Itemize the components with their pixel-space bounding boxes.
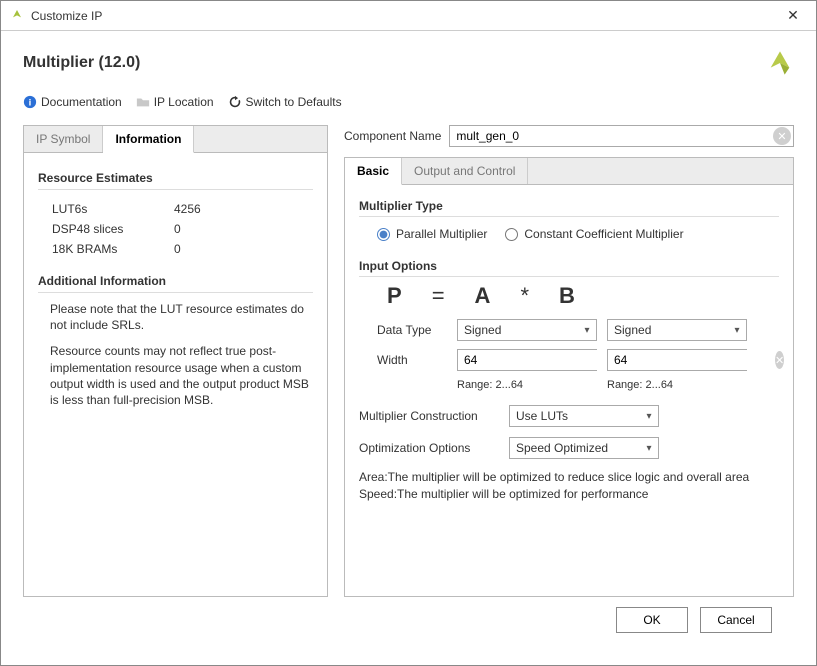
optimization-select[interactable]: Speed Optimized ▾ (509, 437, 659, 459)
config-panel-body: Multiplier Type Parallel Multiplier Cons… (345, 185, 793, 596)
construction-value: Use LUTs (510, 409, 640, 423)
main-row: IP Symbol Information Resource Estimates… (23, 125, 794, 597)
table-row: LUT6s4256 (52, 200, 323, 218)
data-type-label: Data Type (377, 323, 447, 337)
radio-constant-label: Constant Coefficient Multiplier (524, 227, 683, 241)
tab-basic[interactable]: Basic (345, 158, 402, 185)
close-icon[interactable]: ✕ (778, 7, 808, 24)
chevron-down-icon: ▾ (578, 325, 596, 336)
table-row: DSP48 slices0 (52, 220, 323, 238)
range-a: Range: 2...64 (457, 379, 597, 391)
est-name: 18K BRAMs (52, 240, 172, 258)
cancel-button[interactable]: Cancel (700, 607, 772, 633)
brand-icon (766, 49, 794, 77)
additional-info-title: Additional Information (38, 274, 313, 293)
component-name-input[interactable] (450, 126, 773, 146)
folder-icon (136, 95, 150, 109)
est-value: 0 (174, 240, 323, 258)
customize-ip-window: Customize IP ✕ Multiplier (12.0) i Docum… (0, 0, 817, 666)
resource-estimates-title: Resource Estimates (38, 171, 313, 190)
switch-defaults-button[interactable]: Switch to Defaults (228, 95, 342, 109)
note-text: Resource counts may not reflect true pos… (50, 343, 313, 408)
chevron-down-icon: ▾ (640, 411, 658, 422)
switch-defaults-label: Switch to Defaults (246, 95, 342, 109)
optimization-label: Optimization Options (359, 441, 499, 455)
footer: OK Cancel (23, 597, 794, 649)
est-value: 4256 (174, 200, 323, 218)
note-text: Please note that the LUT resource estima… (50, 301, 313, 333)
radio-constant-input[interactable] (505, 228, 518, 241)
component-name-field[interactable]: ✕ (449, 125, 794, 147)
ok-button[interactable]: OK (616, 607, 688, 633)
width-b-input[interactable] (608, 350, 775, 370)
content-area: Multiplier (12.0) i Documentation IP Loc… (1, 31, 816, 665)
clear-icon[interactable]: ✕ (773, 127, 791, 145)
data-type-b-value: Signed (608, 323, 728, 337)
width-a-input[interactable] (458, 350, 625, 370)
left-panel-body: Resource Estimates LUT6s4256 DSP48 slice… (24, 153, 327, 596)
eq-b: B (559, 283, 575, 309)
optimization-descriptions: Area:The multiplier will be optimized to… (359, 469, 779, 503)
config-panel: Basic Output and Control Multiplier Type… (344, 157, 794, 597)
documentation-label: Documentation (41, 95, 122, 109)
radio-parallel-input[interactable] (377, 228, 390, 241)
left-panel: IP Symbol Information Resource Estimates… (23, 125, 328, 597)
chevron-down-icon: ▾ (728, 325, 746, 336)
estimates-table: LUT6s4256 DSP48 slices0 18K BRAMs0 (50, 198, 325, 260)
table-row: 18K BRAMs0 (52, 240, 323, 258)
radio-parallel[interactable]: Parallel Multiplier (377, 227, 487, 241)
construction-select[interactable]: Use LUTs ▾ (509, 405, 659, 427)
eq-star: * (520, 283, 529, 309)
desc-speed: Speed:The multiplier will be optimized f… (359, 486, 779, 503)
est-name: LUT6s (52, 200, 172, 218)
svg-text:i: i (29, 98, 32, 109)
title-bar: Customize IP ✕ (1, 1, 816, 31)
data-type-a-value: Signed (458, 323, 578, 337)
ip-location-button[interactable]: IP Location (136, 95, 214, 109)
clear-icon[interactable]: ✕ (775, 351, 784, 369)
page-title: Multiplier (12.0) (23, 54, 766, 72)
width-label: Width (377, 353, 447, 367)
chevron-down-icon: ▾ (640, 443, 658, 454)
header-row: Multiplier (12.0) (23, 49, 794, 77)
input-options-title: Input Options (359, 259, 779, 277)
app-icon (9, 8, 25, 24)
est-value: 0 (174, 220, 323, 238)
documentation-button[interactable]: i Documentation (23, 95, 122, 109)
left-tabs: IP Symbol Information (24, 126, 327, 153)
data-type-b-select[interactable]: Signed ▾ (607, 319, 747, 341)
eq-equals: = (432, 283, 445, 309)
eq-a: A (475, 283, 491, 309)
toolbar: i Documentation IP Location Switch to De… (23, 95, 794, 109)
width-b-field[interactable]: ✕ (607, 349, 747, 371)
desc-area: Area:The multiplier will be optimized to… (359, 469, 779, 486)
width-a-field[interactable]: ✕ (457, 349, 597, 371)
eq-p: P (387, 283, 402, 309)
tab-information[interactable]: Information (103, 126, 194, 153)
radio-constant[interactable]: Constant Coefficient Multiplier (505, 227, 683, 241)
info-icon: i (23, 95, 37, 109)
input-grid: Data Type Signed ▾ Signed ▾ Width (377, 319, 779, 391)
construction-label: Multiplier Construction (359, 409, 499, 423)
right-tabs: Basic Output and Control (345, 158, 793, 185)
est-name: DSP48 slices (52, 220, 172, 238)
multiplier-type-radios: Parallel Multiplier Constant Coefficient… (377, 227, 779, 241)
equation-row: P = A * B (387, 283, 779, 309)
refresh-icon (228, 95, 242, 109)
radio-parallel-label: Parallel Multiplier (396, 227, 487, 241)
right-panel: Component Name ✕ Basic Output and Contro… (344, 125, 794, 597)
tab-ip-symbol[interactable]: IP Symbol (24, 126, 103, 152)
window-title: Customize IP (31, 9, 778, 23)
additional-info: Please note that the LUT resource estima… (38, 301, 313, 408)
component-name-label: Component Name (344, 129, 441, 143)
multiplier-type-title: Multiplier Type (359, 199, 779, 217)
component-name-row: Component Name ✕ (344, 125, 794, 147)
construction-rows: Multiplier Construction Use LUTs ▾ Optim… (359, 405, 779, 459)
tab-output-control[interactable]: Output and Control (402, 158, 528, 184)
optimization-value: Speed Optimized (510, 441, 640, 455)
range-b: Range: 2...64 (607, 379, 747, 391)
ip-location-label: IP Location (154, 95, 214, 109)
data-type-a-select[interactable]: Signed ▾ (457, 319, 597, 341)
